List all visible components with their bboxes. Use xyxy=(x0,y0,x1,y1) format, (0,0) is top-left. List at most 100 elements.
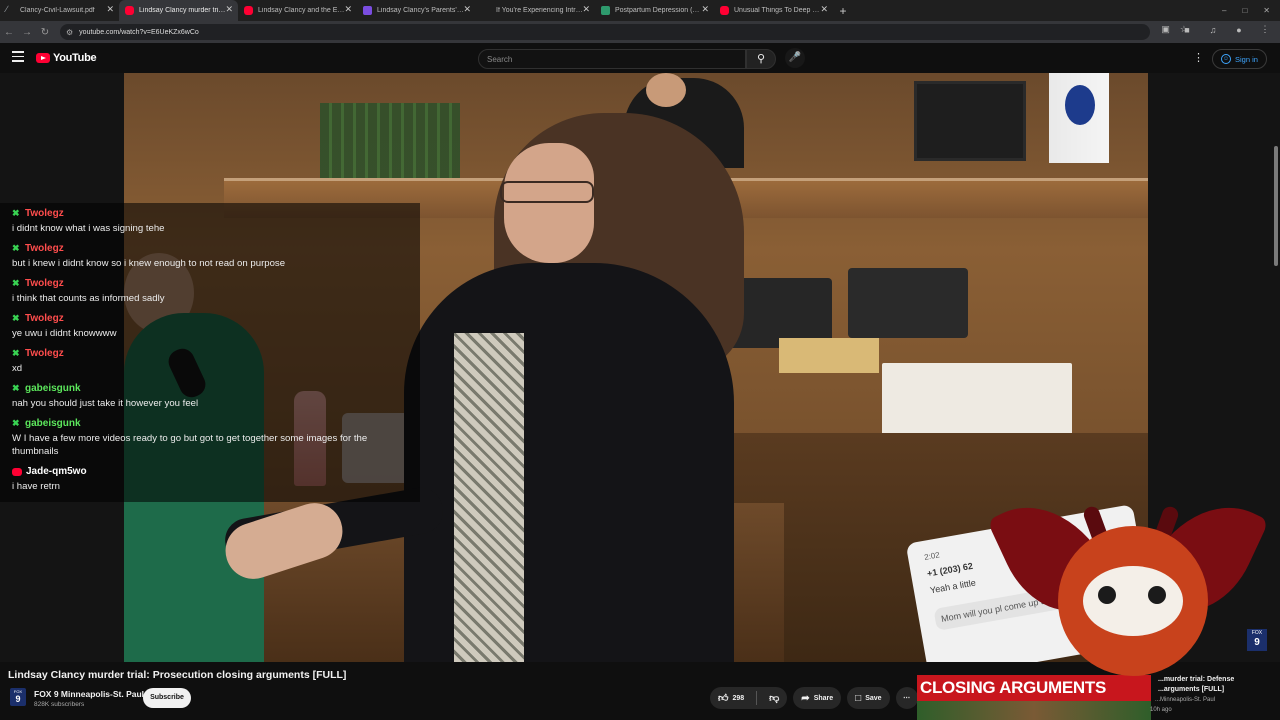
forward-icon[interactable]: → xyxy=(18,27,36,38)
channel-name[interactable]: FOX 9 Minneapolis-St. Paul xyxy=(34,689,144,699)
profile-icon[interactable]: ● xyxy=(1232,25,1246,35)
browser-tab[interactable]: ∕ Clancy-Civil-Lawsuit.pdf ✕ xyxy=(0,0,119,21)
media-control-icon[interactable]: ♫ xyxy=(1206,25,1220,35)
browser-tab[interactable]: Postpartum Depression (PPD) -✕ xyxy=(595,0,714,21)
site-info-icon[interactable]: ⚙ xyxy=(66,28,73,37)
user-circle-icon: ☺ xyxy=(1221,54,1231,64)
chat-author-name: Twolegz xyxy=(25,278,64,289)
video-title: Lindsay Clancy murder trial: Prosecution… xyxy=(8,669,347,681)
chat-author-name: Jade-qm5wo xyxy=(26,466,87,477)
window-controls: – □ ✕ xyxy=(1222,0,1280,21)
fox9-watermark: FOX 9 xyxy=(1247,629,1267,651)
panda-left-eye xyxy=(1098,586,1116,604)
youtube-icon xyxy=(125,6,134,15)
chat-message: ✖ gabeisgunk W I have a few more videos re… xyxy=(0,415,420,463)
youtube-logo[interactable]: YouTube xyxy=(36,52,97,64)
save-button[interactable]: □ Save xyxy=(847,687,890,709)
chat-text: but i knew i didnt know so i knew enough… xyxy=(12,258,286,269)
chat-text: xd xyxy=(12,363,23,374)
close-tab-icon[interactable]: ✕ xyxy=(344,4,352,15)
chat-text: i have retrn xyxy=(12,481,60,492)
tab-title: Lindsay Clancy murder trial: Pro xyxy=(139,7,227,14)
extensions-icon[interactable]: ■ xyxy=(1180,25,1194,35)
close-tab-icon[interactable]: ✕ xyxy=(225,4,233,15)
dislike-button[interactable]: 👎︎ xyxy=(761,687,787,709)
chat-author: ✖ Twolegz xyxy=(12,207,408,220)
attorney-blouse xyxy=(454,333,524,662)
close-tab-icon[interactable]: ✕ xyxy=(701,4,709,15)
like-button[interactable]: 👍︎ 298 xyxy=(710,687,752,709)
video-actions: 👍︎ 298 👎︎ ➦ Share □ Save ⋯ xyxy=(710,687,918,709)
search-input[interactable]: Search xyxy=(478,49,746,69)
settings-menu-icon[interactable]: ⋮ xyxy=(1193,51,1204,64)
microphone-icon[interactable]: 🎤 xyxy=(785,48,805,68)
new-tab-button[interactable]: + xyxy=(835,4,851,18)
guide-menu-icon[interactable] xyxy=(12,51,24,63)
kick-badge-icon: ✖ xyxy=(12,313,20,323)
close-tab-icon[interactable]: ✕ xyxy=(582,4,590,15)
share-label: Share xyxy=(813,694,834,702)
cast-icon[interactable]: ▣ xyxy=(1161,24,1170,35)
close-window-icon[interactable]: ✕ xyxy=(1263,6,1270,15)
subscribe-button[interactable]: Subscribe xyxy=(143,688,191,708)
fox9-watermark-top: FOX xyxy=(1251,630,1263,636)
youtube-wordmark: YouTube xyxy=(53,52,97,64)
close-tab-icon[interactable]: ✕ xyxy=(820,4,828,15)
page-scrollbar[interactable] xyxy=(1274,146,1278,266)
search-icon[interactable]: ⚲ xyxy=(746,49,776,69)
like-count: 298 xyxy=(732,694,745,702)
browser-toolbar: ← → ↻ ⚙ youtube.com/watch?v=E6UeKZx6wCo … xyxy=(0,21,1280,43)
purple-site-icon xyxy=(363,6,372,15)
chat-author-name: Twolegz xyxy=(25,243,64,254)
chat-message: ✖ Twolegz xd xyxy=(0,345,420,380)
chat-text: i think that counts as informed sadly xyxy=(12,293,165,304)
bookmark-icon: □ xyxy=(855,692,862,704)
more-actions-button[interactable]: ⋯ xyxy=(895,687,918,709)
youtube-icon xyxy=(244,6,253,15)
envelope-stack xyxy=(779,338,879,373)
chat-message: ✖ Twolegz i didnt know what i was signing … xyxy=(0,205,420,240)
restore-icon[interactable]: □ xyxy=(1242,6,1247,15)
back-icon[interactable]: ← xyxy=(0,27,18,38)
youtube-masthead: YouTube Search ⚲ 🎤 ⋮ ☺ Sign in xyxy=(0,43,1280,73)
avatar-num: 9 xyxy=(15,694,21,704)
chat-author: ✖ Twolegz xyxy=(12,312,408,325)
more-dots-icon: ⋯ xyxy=(903,695,911,702)
chat-text: nah you should just take it however you … xyxy=(12,398,199,409)
browser-tab[interactable]: If You're Experiencing Intrusive ✕ xyxy=(476,0,595,21)
tab-title: If You're Experiencing Intrusive xyxy=(496,7,584,14)
chat-author-name: gabeisgunk xyxy=(25,383,81,394)
chat-author: ✖ Twolegz xyxy=(12,277,408,290)
browser-tab[interactable]: Lindsay Clancy murder trial: Pro✕ xyxy=(119,0,238,21)
browser-tab[interactable]: Unusual Things To Deep Fry - Y✕ xyxy=(714,0,833,21)
like-dislike-group: 👍︎ 298 👎︎ xyxy=(710,687,788,709)
browser-menu-icon[interactable]: ⋮ xyxy=(1258,24,1272,35)
chat-message: Jade-qm5wo i have retrn xyxy=(0,463,420,498)
panda-face xyxy=(1083,566,1183,636)
like-divider xyxy=(756,691,758,705)
pdf-icon: ∕ xyxy=(6,4,8,14)
bench-monitor xyxy=(914,81,1026,161)
subscriber-count: 828K subscribers xyxy=(34,701,85,708)
chat-author: ✖ Twolegz xyxy=(12,242,408,255)
close-tab-icon[interactable]: ✕ xyxy=(106,4,114,15)
close-tab-icon[interactable]: ✕ xyxy=(463,4,471,15)
green-site-icon xyxy=(601,6,610,15)
minimize-icon[interactable]: – xyxy=(1222,6,1226,15)
channel-avatar[interactable]: FOX 9 xyxy=(10,688,26,706)
address-bar[interactable]: ⚙ youtube.com/watch?v=E6UeKZx6wCo xyxy=(60,24,1150,40)
kick-badge-icon: ✖ xyxy=(12,278,20,288)
reload-icon[interactable]: ↻ xyxy=(36,27,54,38)
kick-badge-icon: ✖ xyxy=(12,208,20,218)
chat-message: ✖ Twolegz ye uwu i didnt knowwww xyxy=(0,310,420,345)
tab-title: Postpartum Depression (PPD) - xyxy=(615,7,703,14)
tab-list: ∕ Clancy-Civil-Lawsuit.pdf ✕ Lindsay Clancy… xyxy=(0,0,833,21)
chat-author-name: Twolegz xyxy=(25,313,64,324)
sign-in-button[interactable]: ☺ Sign in xyxy=(1212,49,1267,69)
share-button[interactable]: ➦ Share xyxy=(793,687,842,709)
chat-text: ye uwu i didnt knowwww xyxy=(12,328,117,339)
browser-tab[interactable]: Lindsay Clancy's Parents' $1 Mi✕ xyxy=(357,0,476,21)
red-panda-mascot xyxy=(986,482,1270,720)
kick-badge-icon: ✖ xyxy=(12,243,20,253)
browser-tab[interactable]: Lindsay Clancy and the Evidenc✕ xyxy=(238,0,357,21)
